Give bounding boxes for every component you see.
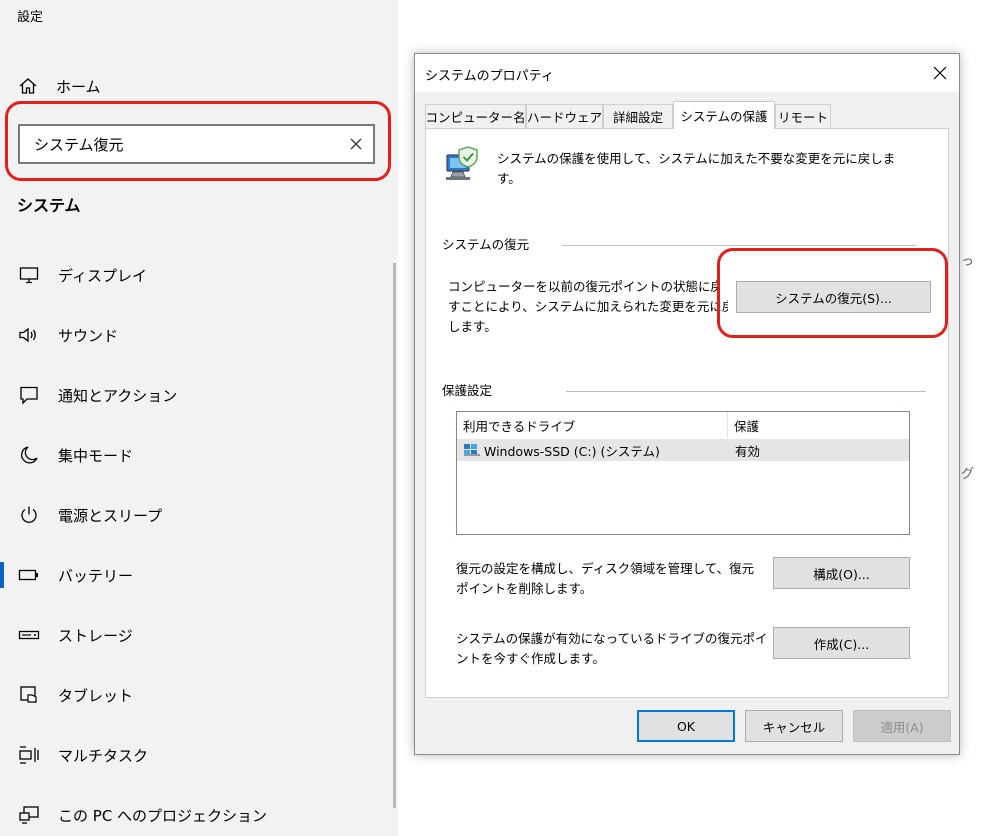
column-header-drives[interactable]: 利用できるドライブ — [457, 412, 727, 438]
battery-icon — [18, 564, 40, 586]
restore-button-highlight-annotation — [717, 248, 948, 338]
power-icon — [18, 504, 40, 526]
sidebar-item-focus-assist[interactable]: 集中モード — [18, 443, 133, 467]
intro-text-line-2: す。 — [497, 171, 521, 186]
settings-sidebar: 設定 ホーム システム ディスプレイ サウンド 通知とアクション — [0, 0, 398, 836]
section-title: システム — [17, 196, 81, 215]
protection-group-line — [566, 391, 926, 392]
drive-protection-status: 有効 — [735, 443, 761, 459]
sidebar-item-label: 電源とスリープ — [58, 506, 163, 525]
system-properties-dialog: システムのプロパティ コンピューター名 ハードウェア 詳細設定 システムの保護 … — [414, 53, 960, 755]
tab-computer-name[interactable]: コンピューター名 — [425, 104, 526, 128]
configure-desc-line-1: 復元の設定を構成し、ディスク領域を管理して、復元 — [456, 561, 755, 576]
sidebar-item-tablet[interactable]: タブレット — [18, 683, 133, 707]
projection-icon — [18, 804, 40, 826]
home-nav-item[interactable]: ホーム — [18, 75, 101, 97]
drive-list[interactable]: 利用できるドライブ 保護 Windows-SSD (C:) (システム) 有効 — [456, 411, 910, 535]
protection-group-title: 保護設定 — [442, 383, 493, 398]
sidebar-scrollbar[interactable] — [393, 263, 396, 808]
system-protection-icon — [446, 146, 478, 180]
dialog-title: システムのプロパティ — [425, 69, 554, 84]
sidebar-item-sound[interactable]: サウンド — [18, 323, 118, 347]
sidebar-item-storage[interactable]: ストレージ — [18, 623, 133, 647]
sidebar-item-label: 集中モード — [58, 446, 134, 465]
sidebar-item-projection[interactable]: この PC へのプロジェクション — [18, 803, 267, 827]
restore-desc-line-2: すことにより、システムに加えられた変更を元に戻 — [448, 299, 728, 314]
storage-icon — [18, 624, 40, 646]
sidebar-item-label: この PC へのプロジェクション — [58, 806, 268, 825]
sidebar-item-label: マルチタスク — [58, 746, 149, 765]
restore-desc-line-3: します。 — [448, 319, 497, 334]
configure-desc-line-2: ポイントを削除します。 — [456, 581, 593, 596]
active-indicator — [0, 562, 4, 588]
sidebar-item-power-sleep[interactable]: 電源とスリープ — [18, 503, 162, 527]
table-row[interactable]: Windows-SSD (C:) (システム) 有効 — [457, 439, 909, 461]
monitor-icon — [18, 264, 40, 286]
create-desc-line-1: システムの保護が有効になっているドライブの復元ポイ — [456, 631, 768, 646]
create-button[interactable]: 作成(C)... — [773, 627, 910, 659]
restore-desc-line-1: コンピューターを以前の復元ポイントの状態に戻 — [448, 279, 718, 294]
apply-button[interactable]: 適用(A) — [853, 710, 951, 742]
notification-icon — [18, 384, 40, 406]
system-protection-panel: システムの保護を使用して、システムに加えた不要な変更を元に戻しま す。 システム… — [425, 128, 949, 698]
background-text-fragment: っ — [961, 254, 975, 269]
tab-remote[interactable]: リモート — [775, 104, 831, 128]
sidebar-item-label: ストレージ — [58, 626, 133, 645]
intro-text-line-1: システムの保護を使用して、システムに加えた不要な変更を元に戻しま — [497, 151, 896, 166]
moon-icon — [18, 444, 40, 466]
sidebar-item-label: タブレット — [58, 686, 134, 705]
sidebar-item-multitasking[interactable]: マルチタスク — [18, 743, 148, 767]
app-title: 設定 — [17, 10, 44, 25]
dialog-titlebar[interactable]: システムのプロパティ — [415, 54, 959, 92]
drive-icon — [464, 444, 480, 456]
sidebar-item-label: サウンド — [58, 326, 119, 345]
sidebar-item-notifications[interactable]: 通知とアクション — [18, 383, 177, 407]
sidebar-item-label: ディスプレイ — [58, 266, 147, 285]
tablet-icon — [18, 684, 40, 706]
restore-group-line — [562, 245, 916, 246]
background-text-fragment: グ — [961, 467, 975, 482]
create-desc-line-2: ントを今すぐ作成します。 — [456, 651, 605, 666]
configure-button[interactable]: 構成(O)... — [773, 557, 910, 589]
sidebar-item-battery[interactable]: バッテリー — [18, 563, 133, 587]
sidebar-item-display[interactable]: ディスプレイ — [18, 263, 147, 287]
restore-group-title: システムの復元 — [442, 237, 530, 252]
tab-system-protection[interactable]: システムの保護 — [673, 101, 775, 129]
drive-name: Windows-SSD (C:) (システム) — [484, 443, 660, 459]
tab-advanced[interactable]: 詳細設定 — [603, 104, 673, 128]
sidebar-item-label: バッテリー — [58, 566, 134, 585]
close-icon[interactable] — [933, 66, 947, 80]
ok-button[interactable]: OK — [637, 710, 735, 742]
cancel-button[interactable]: キャンセル — [745, 710, 843, 742]
search-highlight-annotation — [5, 101, 391, 181]
multitask-icon — [18, 744, 40, 766]
sidebar-item-label: 通知とアクション — [58, 386, 178, 405]
speaker-icon — [18, 324, 40, 346]
column-header-protection[interactable]: 保護 — [728, 412, 908, 438]
home-icon — [19, 78, 37, 94]
tab-hardware[interactable]: ハードウェア — [526, 104, 603, 128]
home-label: ホーム — [56, 77, 101, 96]
